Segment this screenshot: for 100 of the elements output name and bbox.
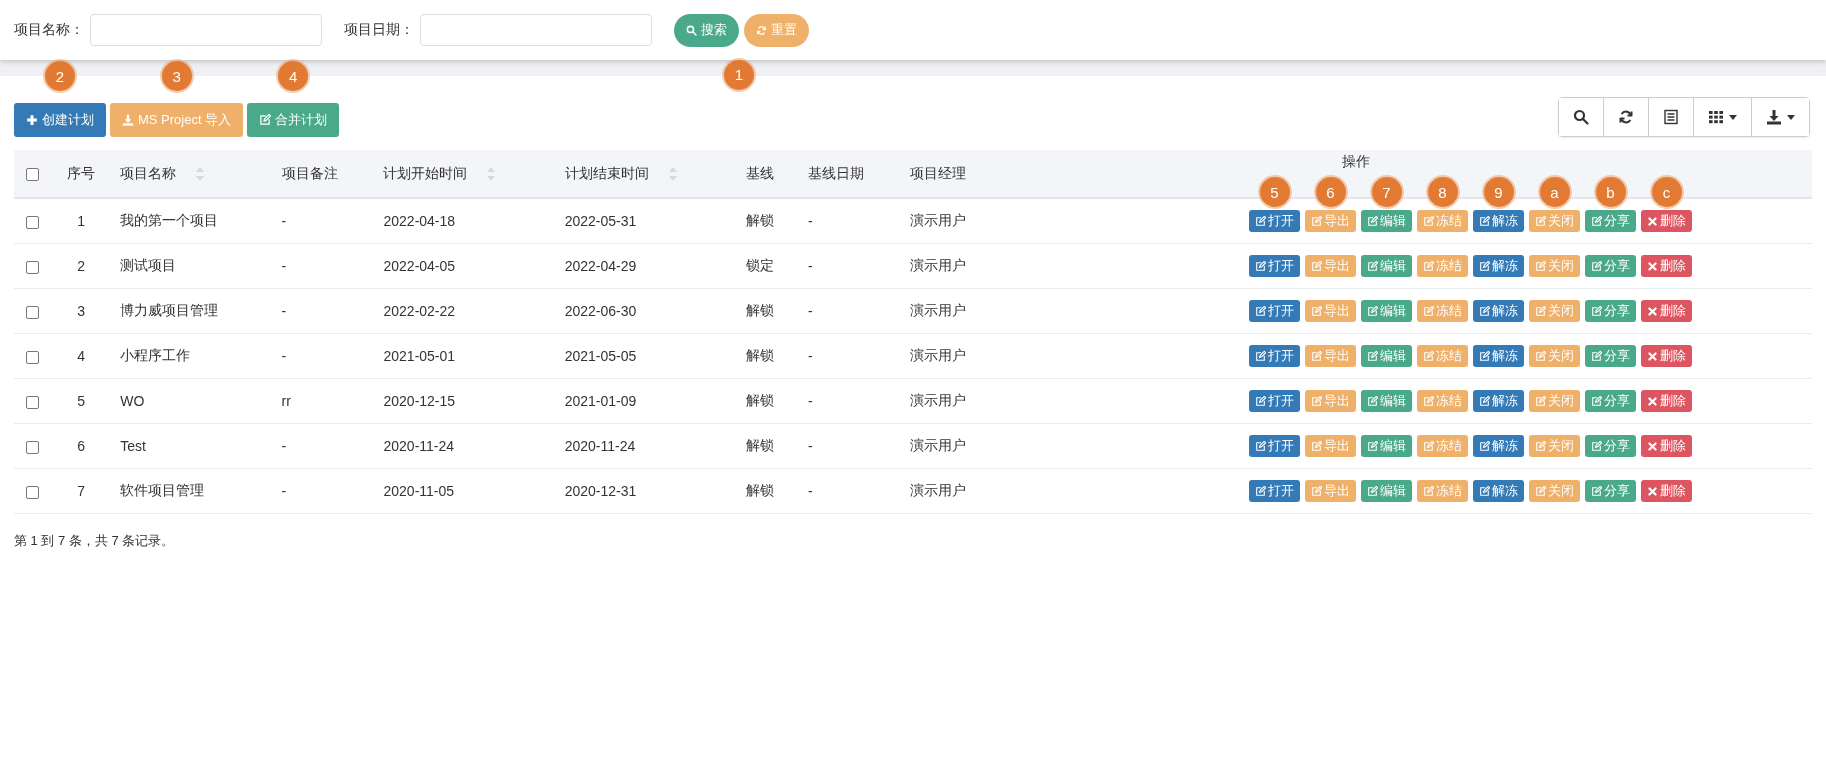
action-button[interactable]: 冻结	[1417, 255, 1468, 277]
action-button[interactable]: 导出	[1305, 390, 1356, 412]
tool-button[interactable]	[1603, 98, 1648, 136]
action-button[interactable]: 解冻	[1473, 255, 1524, 277]
table-cell: 演示用户	[909, 392, 966, 408]
action-button[interactable]: 分享	[1585, 300, 1636, 322]
action-button[interactable]: 分享	[1585, 255, 1636, 277]
toolbar-button[interactable]: 合并计划	[247, 103, 340, 137]
action-button[interactable]: 删除	[1641, 345, 1692, 367]
action-button[interactable]: 打开	[1249, 210, 1300, 232]
action-button[interactable]: 解冻	[1473, 345, 1524, 367]
action-button[interactable]: 打开	[1249, 255, 1300, 277]
reset-button[interactable]: 重置	[744, 13, 809, 47]
checkbox[interactable]	[25, 485, 39, 499]
action-button[interactable]: 解冻	[1473, 480, 1524, 502]
action-button[interactable]: 打开	[1249, 300, 1300, 322]
toolbar-button[interactable]: 创建计划	[14, 103, 106, 137]
action-button[interactable]: 打开	[1249, 390, 1300, 412]
input-field[interactable]	[420, 14, 652, 46]
action-button[interactable]: 编辑	[1361, 210, 1412, 232]
action-button[interactable]: 导出	[1305, 300, 1356, 322]
action-button[interactable]: 解冻	[1473, 435, 1524, 457]
action-button[interactable]: 导出	[1305, 210, 1356, 232]
checkbox[interactable]	[25, 215, 39, 229]
action-button[interactable]: 冻结	[1417, 480, 1468, 502]
tool-button[interactable]	[1559, 98, 1603, 136]
checkbox[interactable]	[25, 168, 39, 182]
checkbox[interactable]	[25, 440, 39, 454]
table-cell: 2020-11-24	[564, 438, 636, 454]
action-button[interactable]: 分享	[1585, 390, 1636, 412]
table-cell: 2022-06-30	[564, 303, 637, 319]
edit-icon	[1423, 485, 1434, 497]
action-button[interactable]: 导出	[1305, 255, 1356, 277]
tool-button[interactable]	[1751, 98, 1809, 136]
action-button[interactable]: 分享	[1585, 210, 1636, 232]
table-cell: -	[808, 258, 813, 274]
checkbox[interactable]	[25, 395, 39, 409]
action-button[interactable]: 关闭	[1529, 435, 1580, 457]
action-button[interactable]: 分享	[1585, 435, 1636, 457]
checkbox[interactable]	[25, 260, 39, 274]
action-button[interactable]: 分享	[1585, 345, 1636, 367]
action-button[interactable]: 打开	[1249, 435, 1300, 457]
action-button[interactable]: 导出	[1305, 435, 1356, 457]
action-button[interactable]: 编辑	[1361, 255, 1412, 277]
action-button[interactable]: 解冻	[1473, 390, 1524, 412]
toolbar-button[interactable]: MS Project 导入	[110, 103, 244, 137]
action-button[interactable]: 关闭	[1529, 255, 1580, 277]
action-button[interactable]: 编辑	[1361, 390, 1412, 412]
table-cell: 演示用户	[909, 482, 966, 498]
edit-icon	[1479, 395, 1490, 407]
action-button[interactable]: 删除	[1641, 480, 1692, 502]
checkbox[interactable]	[25, 350, 39, 364]
action-button[interactable]: 删除	[1641, 390, 1692, 412]
table-cell: 小程序工作	[120, 347, 191, 363]
table-cell: 2021-05-05	[564, 348, 637, 364]
edit-icon	[1479, 440, 1490, 452]
edit-icon	[1591, 350, 1602, 362]
action-button[interactable]: 冻结	[1417, 300, 1468, 322]
tool-button[interactable]	[1693, 98, 1751, 136]
table-cell: -	[808, 483, 813, 499]
action-button[interactable]: 解冻	[1473, 210, 1524, 232]
action-button[interactable]: 删除	[1641, 210, 1692, 232]
action-button[interactable]: 删除	[1641, 435, 1692, 457]
input-field[interactable]	[90, 14, 322, 46]
action-button[interactable]: 关闭	[1529, 390, 1580, 412]
table-cell: 2021-01-09	[564, 393, 637, 409]
edit-icon	[1311, 485, 1322, 497]
table-cell: 解锁	[745, 392, 774, 408]
checkbox[interactable]	[25, 305, 39, 319]
action-button[interactable]: 冻结	[1417, 210, 1468, 232]
remove-icon	[1647, 395, 1658, 407]
table-cell: -	[808, 348, 813, 364]
action-button[interactable]: 解冻	[1473, 300, 1524, 322]
action-button[interactable]: 导出	[1305, 345, 1356, 367]
action-button[interactable]: 冻结	[1417, 345, 1468, 367]
edit-icon	[1423, 305, 1434, 317]
action-button[interactable]: 删除	[1641, 300, 1692, 322]
action-button[interactable]: 编辑	[1361, 435, 1412, 457]
action-button[interactable]: 删除	[1641, 255, 1692, 277]
edit-icon	[1367, 350, 1378, 362]
action-button[interactable]: 冻结	[1417, 435, 1468, 457]
action-button[interactable]: 编辑	[1361, 345, 1412, 367]
edit-icon	[1367, 395, 1378, 407]
action-button[interactable]: 关闭	[1529, 480, 1580, 502]
search-icon	[686, 24, 697, 36]
action-button[interactable]: 分享	[1585, 480, 1636, 502]
tool-button[interactable]	[1648, 98, 1693, 136]
action-button[interactable]: 关闭	[1529, 345, 1580, 367]
action-button[interactable]: 冻结	[1417, 390, 1468, 412]
field-label: 项目日期：	[344, 21, 414, 39]
action-button[interactable]: 编辑	[1361, 300, 1412, 322]
table-cell: 演示用户	[909, 347, 966, 363]
action-button[interactable]: 关闭	[1529, 300, 1580, 322]
search-button[interactable]: 搜索	[674, 13, 739, 47]
action-button[interactable]: 导出	[1305, 480, 1356, 502]
edit-icon	[1535, 350, 1546, 362]
action-button[interactable]: 关闭	[1529, 210, 1580, 232]
action-button[interactable]: 打开	[1249, 345, 1300, 367]
action-button[interactable]: 打开	[1249, 480, 1300, 502]
action-button[interactable]: 编辑	[1361, 480, 1412, 502]
